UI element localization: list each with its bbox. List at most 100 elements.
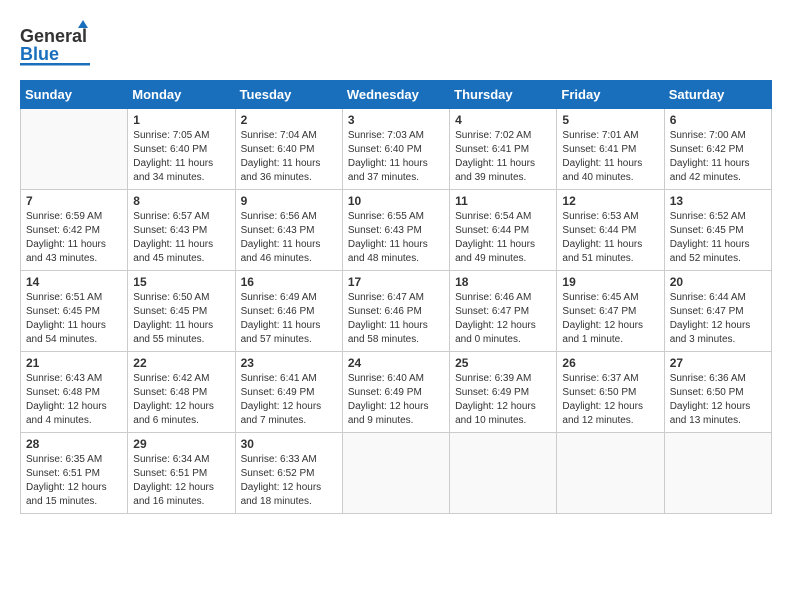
weekday-header: Friday: [557, 81, 664, 109]
day-number: 28: [26, 437, 122, 451]
day-number: 12: [562, 194, 658, 208]
page-header: General Blue: [20, 20, 772, 70]
day-info: Sunrise: 6:53 AMSunset: 6:44 PMDaylight:…: [562, 210, 658, 266]
day-number: 3: [348, 113, 444, 127]
day-info: Sunrise: 6:37 AMSunset: 6:50 PMDaylight:…: [562, 372, 658, 428]
day-number: 9: [241, 194, 337, 208]
calendar-cell: 12 Sunrise: 6:53 AMSunset: 6:44 PMDayligh…: [557, 190, 664, 271]
day-info: Sunrise: 6:45 AMSunset: 6:47 PMDaylight:…: [562, 291, 658, 347]
day-info: Sunrise: 6:47 AMSunset: 6:46 PMDaylight:…: [348, 291, 444, 347]
day-info: Sunrise: 6:39 AMSunset: 6:49 PMDaylight:…: [455, 372, 551, 428]
calendar-cell: 9 Sunrise: 6:56 AMSunset: 6:43 PMDaylight…: [235, 190, 342, 271]
day-info: Sunrise: 6:33 AMSunset: 6:52 PMDaylight:…: [241, 453, 337, 509]
day-info: Sunrise: 6:52 AMSunset: 6:45 PMDaylight:…: [670, 210, 766, 266]
logo: General Blue: [20, 20, 90, 70]
weekday-header: Monday: [128, 81, 235, 109]
day-number: 22: [133, 356, 229, 370]
day-number: 19: [562, 275, 658, 289]
calendar-cell: 3 Sunrise: 7:03 AMSunset: 6:40 PMDaylight…: [342, 109, 449, 190]
calendar-cell: 10 Sunrise: 6:55 AMSunset: 6:43 PMDayligh…: [342, 190, 449, 271]
weekday-header: Tuesday: [235, 81, 342, 109]
day-info: Sunrise: 6:46 AMSunset: 6:47 PMDaylight:…: [455, 291, 551, 347]
day-number: 25: [455, 356, 551, 370]
calendar-cell: [557, 433, 664, 514]
calendar-cell: 7 Sunrise: 6:59 AMSunset: 6:42 PMDaylight…: [21, 190, 128, 271]
day-info: Sunrise: 6:55 AMSunset: 6:43 PMDaylight:…: [348, 210, 444, 266]
day-info: Sunrise: 6:57 AMSunset: 6:43 PMDaylight:…: [133, 210, 229, 266]
calendar-cell: 15Sunrise: 6:50 AMSunset: 6:45 PMDayligh…: [128, 271, 235, 352]
calendar-cell: 5 Sunrise: 7:01 AMSunset: 6:41 PMDaylight…: [557, 109, 664, 190]
day-info: Sunrise: 6:40 AMSunset: 6:49 PMDaylight:…: [348, 372, 444, 428]
day-number: 11: [455, 194, 551, 208]
day-info: Sunrise: 7:05 AMSunset: 6:40 PMDaylight:…: [133, 129, 229, 185]
calendar-cell: 23Sunrise: 6:41 AMSunset: 6:49 PMDayligh…: [235, 352, 342, 433]
day-info: Sunrise: 6:49 AMSunset: 6:46 PMDaylight:…: [241, 291, 337, 347]
day-info: Sunrise: 6:56 AMSunset: 6:43 PMDaylight:…: [241, 210, 337, 266]
calendar-week-row: 28 Sunrise: 6:35 AMSunset: 6:51 PMDayligh…: [21, 433, 772, 514]
day-info: Sunrise: 6:35 AMSunset: 6:51 PMDaylight:…: [26, 453, 122, 509]
day-number: 29: [133, 437, 229, 451]
calendar-cell: 30Sunrise: 6:33 AMSunset: 6:52 PMDayligh…: [235, 433, 342, 514]
calendar-week-row: 1 Sunrise: 7:05 AMSunset: 6:40 PMDaylight…: [21, 109, 772, 190]
calendar-week-row: 7 Sunrise: 6:59 AMSunset: 6:42 PMDaylight…: [21, 190, 772, 271]
weekday-header: Saturday: [664, 81, 771, 109]
calendar-cell: 28 Sunrise: 6:35 AMSunset: 6:51 PMDayligh…: [21, 433, 128, 514]
day-info: Sunrise: 7:02 AMSunset: 6:41 PMDaylight:…: [455, 129, 551, 185]
day-number: 26: [562, 356, 658, 370]
day-number: 10: [348, 194, 444, 208]
day-number: 18: [455, 275, 551, 289]
calendar-cell: 13 Sunrise: 6:52 AMSunset: 6:45 PMDayligh…: [664, 190, 771, 271]
day-info: Sunrise: 6:34 AMSunset: 6:51 PMDaylight:…: [133, 453, 229, 509]
calendar-cell: [21, 109, 128, 190]
day-info: Sunrise: 6:43 AMSunset: 6:48 PMDaylight:…: [26, 372, 122, 428]
calendar-cell: 11 Sunrise: 6:54 AMSunset: 6:44 PMDayligh…: [450, 190, 557, 271]
day-info: Sunrise: 6:54 AMSunset: 6:44 PMDaylight:…: [455, 210, 551, 266]
svg-text:Blue: Blue: [20, 44, 59, 64]
day-number: 4: [455, 113, 551, 127]
day-number: 16: [241, 275, 337, 289]
weekday-header: Thursday: [450, 81, 557, 109]
day-info: Sunrise: 7:04 AMSunset: 6:40 PMDaylight:…: [241, 129, 337, 185]
day-number: 7: [26, 194, 122, 208]
calendar-cell: 4 Sunrise: 7:02 AMSunset: 6:41 PMDaylight…: [450, 109, 557, 190]
day-number: 2: [241, 113, 337, 127]
calendar-cell: [342, 433, 449, 514]
day-number: 1: [133, 113, 229, 127]
calendar-cell: 14 Sunrise: 6:51 AMSunset: 6:45 PMDayligh…: [21, 271, 128, 352]
svg-text:General: General: [20, 26, 87, 46]
calendar-cell: 29 Sunrise: 6:34 AMSunset: 6:51 PMDayligh…: [128, 433, 235, 514]
calendar-cell: [664, 433, 771, 514]
logo-svg: General Blue: [20, 20, 90, 70]
calendar-cell: [450, 433, 557, 514]
day-number: 15: [133, 275, 229, 289]
day-info: Sunrise: 6:36 AMSunset: 6:50 PMDaylight:…: [670, 372, 766, 428]
calendar-cell: 1 Sunrise: 7:05 AMSunset: 6:40 PMDaylight…: [128, 109, 235, 190]
calendar-cell: 25 Sunrise: 6:39 AMSunset: 6:49 PMDayligh…: [450, 352, 557, 433]
calendar-table: SundayMondayTuesdayWednesdayThursdayFrid…: [20, 80, 772, 514]
day-number: 27: [670, 356, 766, 370]
day-number: 5: [562, 113, 658, 127]
day-info: Sunrise: 6:44 AMSunset: 6:47 PMDaylight:…: [670, 291, 766, 347]
calendar-cell: 8Sunrise: 6:57 AMSunset: 6:43 PMDaylight…: [128, 190, 235, 271]
day-info: Sunrise: 6:59 AMSunset: 6:42 PMDaylight:…: [26, 210, 122, 266]
calendar-cell: 24 Sunrise: 6:40 AMSunset: 6:49 PMDayligh…: [342, 352, 449, 433]
calendar-cell: 21 Sunrise: 6:43 AMSunset: 6:48 PMDayligh…: [21, 352, 128, 433]
day-number: 13: [670, 194, 766, 208]
day-info: Sunrise: 6:51 AMSunset: 6:45 PMDaylight:…: [26, 291, 122, 347]
day-info: Sunrise: 6:42 AMSunset: 6:48 PMDaylight:…: [133, 372, 229, 428]
calendar-cell: 19 Sunrise: 6:45 AMSunset: 6:47 PMDayligh…: [557, 271, 664, 352]
calendar-cell: 17 Sunrise: 6:47 AMSunset: 6:46 PMDayligh…: [342, 271, 449, 352]
day-info: Sunrise: 7:00 AMSunset: 6:42 PMDaylight:…: [670, 129, 766, 185]
day-number: 14: [26, 275, 122, 289]
day-info: Sunrise: 7:01 AMSunset: 6:41 PMDaylight:…: [562, 129, 658, 185]
day-number: 21: [26, 356, 122, 370]
calendar-cell: 16 Sunrise: 6:49 AMSunset: 6:46 PMDayligh…: [235, 271, 342, 352]
day-number: 20: [670, 275, 766, 289]
day-number: 6: [670, 113, 766, 127]
weekday-header: Sunday: [21, 81, 128, 109]
day-number: 17: [348, 275, 444, 289]
day-info: Sunrise: 7:03 AMSunset: 6:40 PMDaylight:…: [348, 129, 444, 185]
day-number: 24: [348, 356, 444, 370]
day-number: 23: [241, 356, 337, 370]
calendar-cell: 6 Sunrise: 7:00 AMSunset: 6:42 PMDaylight…: [664, 109, 771, 190]
